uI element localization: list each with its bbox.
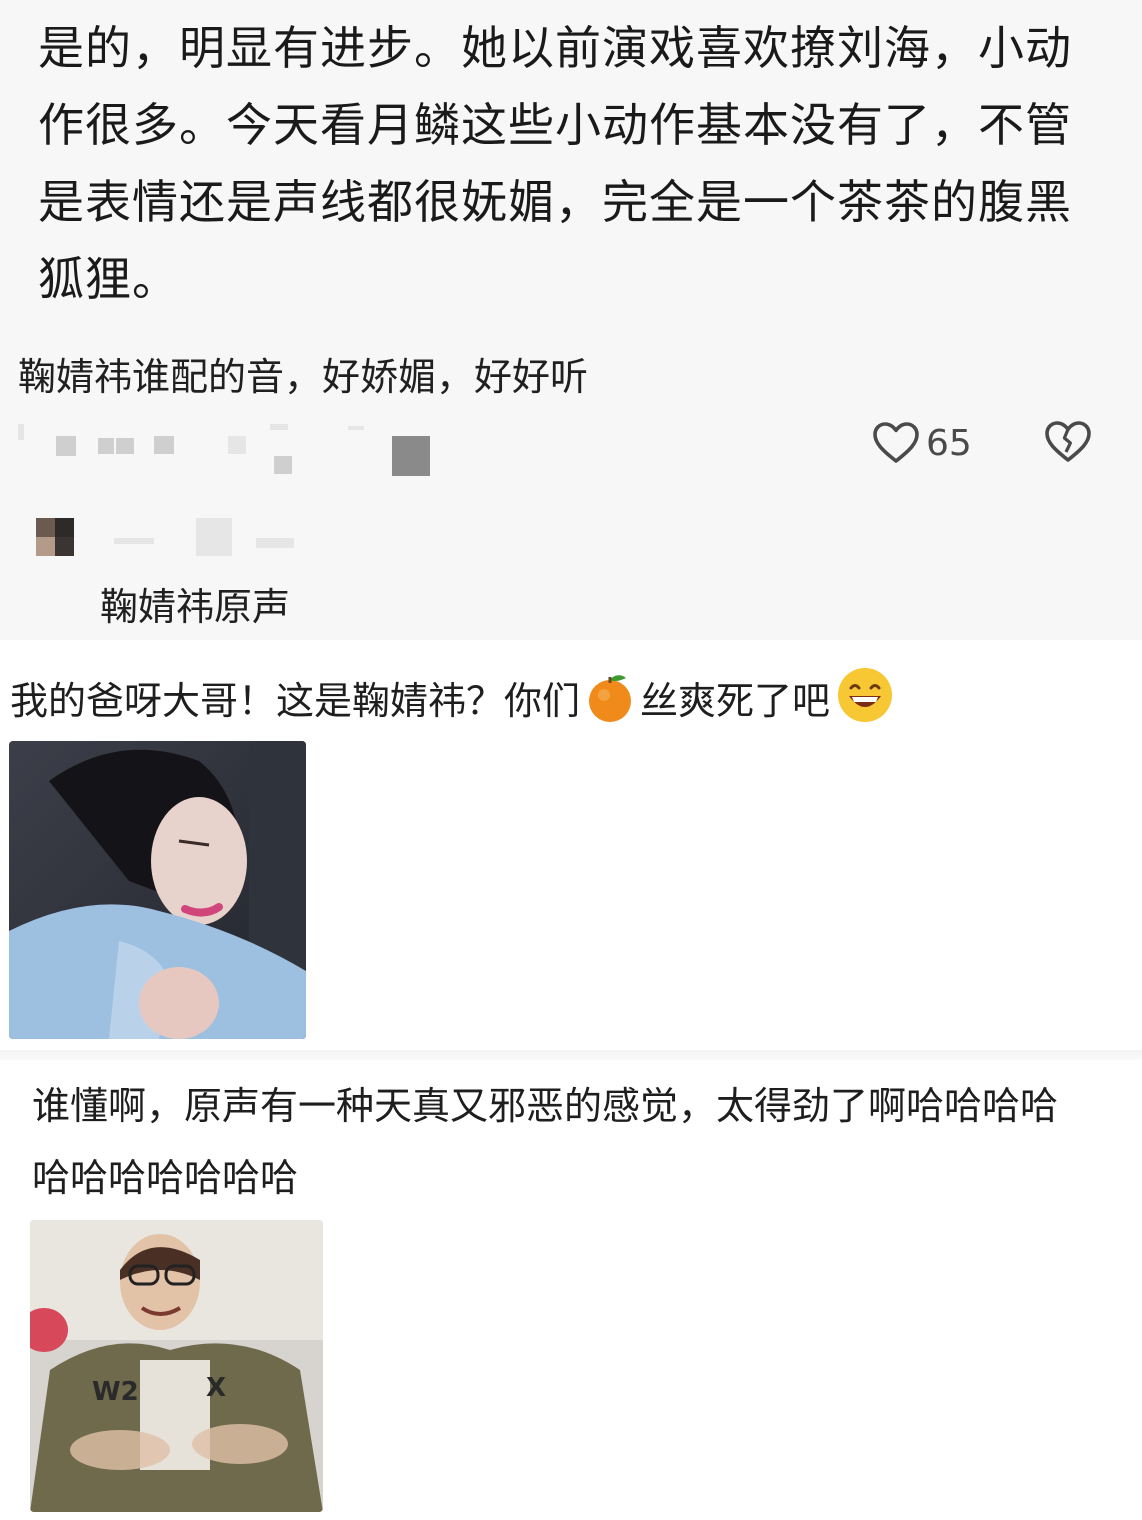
reply-text: 鞠婧祎原声 (100, 585, 291, 629)
heart-outline-icon (873, 422, 919, 463)
avatar[interactable] (36, 518, 74, 556)
grin-emoji-icon (836, 666, 894, 733)
comment-card-4: 谁懂啊，原声有一种天真又邪恶的感觉，太得劲了啊哈哈哈哈哈哈哈哈哈哈哈 W2 X (0, 1060, 1142, 1520)
orange-emoji-icon (586, 672, 634, 733)
svg-text:X: X (206, 1373, 226, 1403)
comment-text: 鞠婧祎谁配的音，好娇媚，好好听 (18, 355, 589, 399)
comment-card-2: 鞠婧祎谁配的音，好娇媚，好好听 65 鞠婧祎原声 (0, 318, 1142, 640)
comment-image[interactable]: W2 X (30, 1220, 323, 1512)
comment-text: 谁懂啊，原声有一种天真又邪恶的感觉，太得劲了啊哈哈哈哈哈哈哈哈哈哈哈 (32, 1084, 1059, 1200)
like-button[interactable]: 65 (872, 418, 972, 468)
comment-text-part: 丝爽死了吧 (640, 679, 831, 723)
comment-text: 我的爸呀大哥！这是鞠婧祎？你们 丝爽死了吧 (10, 666, 900, 733)
like-count: 65 (926, 422, 972, 464)
comment-text-part: 我的爸呀大哥！这是鞠婧祎？你们 (10, 679, 581, 723)
comment-text: 是的，明显有进步。她以前演戏喜欢撩刘海，小动作很多。今天看月鳞这些小动作基本没有… (38, 21, 1072, 306)
blurred-metadata (18, 416, 538, 476)
broken-heart-icon[interactable] (1044, 418, 1092, 466)
comment-image[interactable] (9, 741, 306, 1039)
comment-card-1: 是的，明显有进步。她以前演戏喜欢撩刘海，小动作很多。今天看月鳞这些小动作基本没有… (0, 0, 1142, 318)
svg-text:W2: W2 (92, 1377, 139, 1407)
comment-card-3: 我的爸呀大哥！这是鞠婧祎？你们 丝爽死了吧 (0, 640, 1142, 1060)
